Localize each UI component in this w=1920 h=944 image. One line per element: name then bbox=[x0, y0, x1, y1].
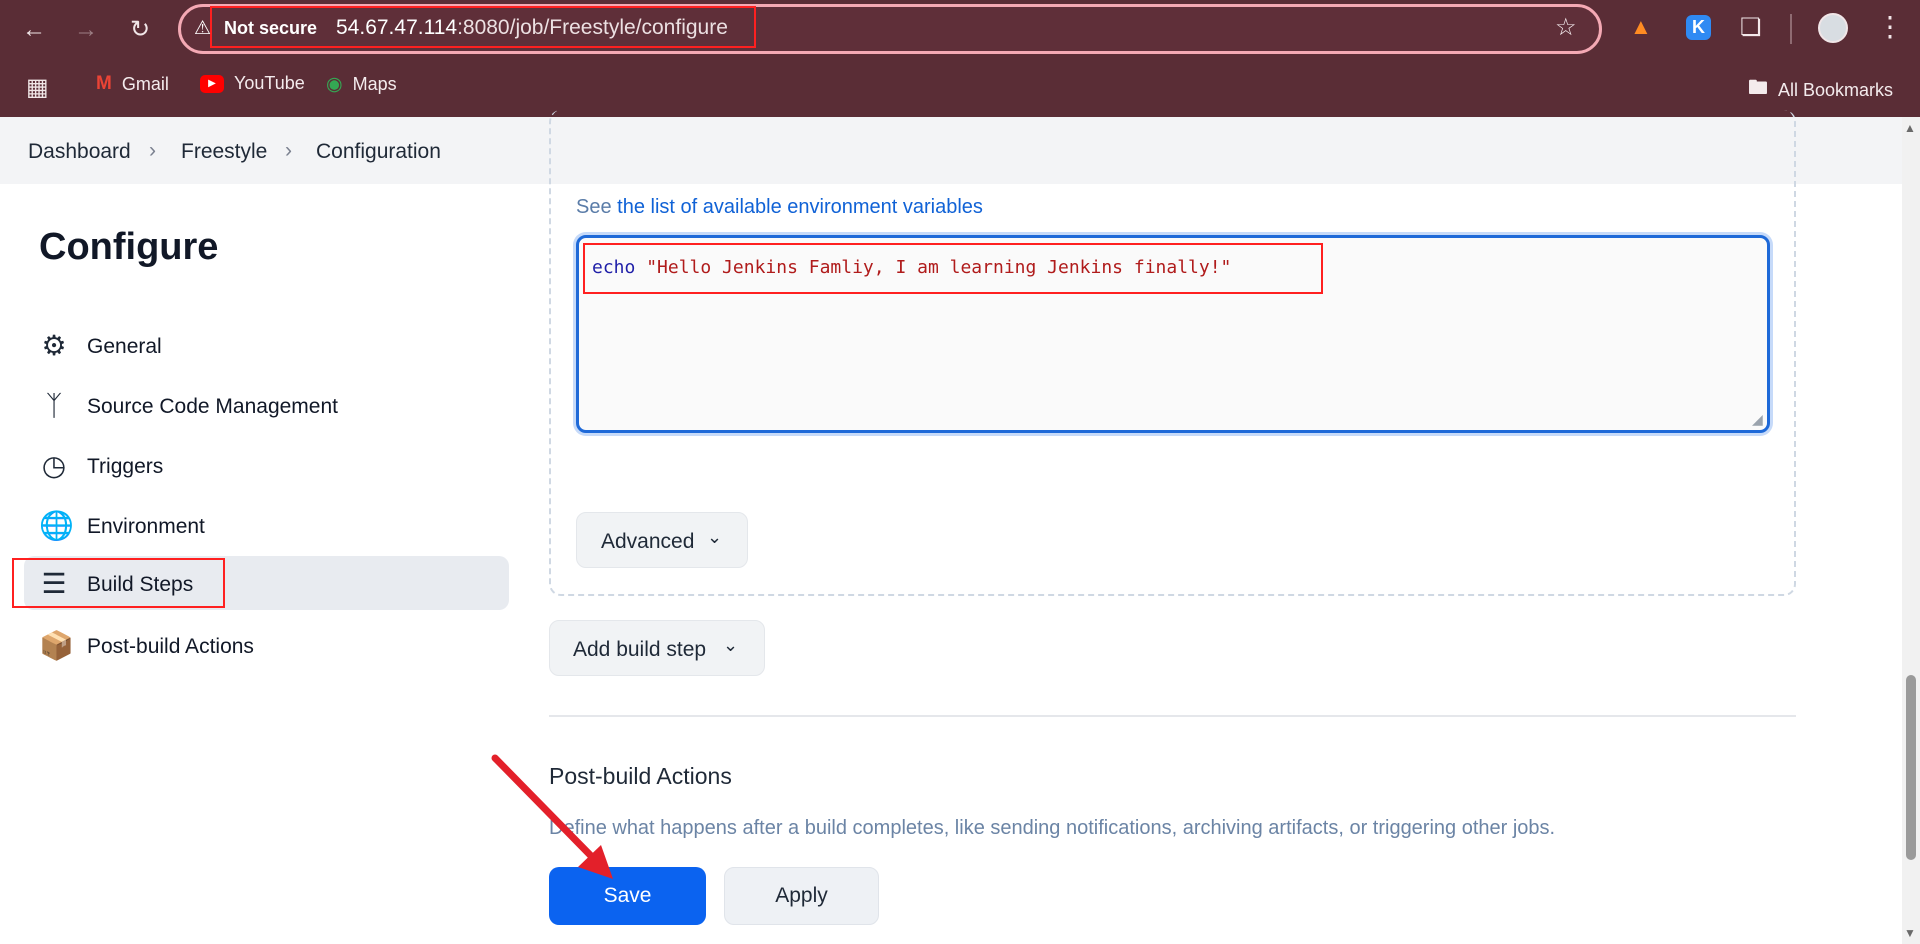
sidebar-item-post-build-actions[interactable]: 📦 Post-build Actions bbox=[24, 618, 509, 672]
breadcrumb-configuration[interactable]: Configuration bbox=[316, 140, 441, 164]
globe-icon: 🌐 bbox=[39, 510, 74, 541]
breadcrumb-freestyle[interactable]: Freestyle bbox=[181, 140, 267, 164]
sidebar-item-label: Environment bbox=[87, 515, 205, 538]
clock-icon: ◷ bbox=[41, 450, 67, 481]
url-text[interactable]: 54.67.47.114:8080/job/Freestyle/configur… bbox=[336, 16, 728, 40]
sidebar-item-general[interactable]: ⚙ General bbox=[24, 318, 509, 372]
reload-icon[interactable]: ↻ bbox=[122, 12, 158, 48]
youtube-icon: ▶ bbox=[200, 74, 224, 93]
code-string: "Hello Jenkins Famliy, I am learning Jen… bbox=[635, 257, 1232, 278]
sidebar-item-triggers[interactable]: ◷ Triggers bbox=[24, 438, 509, 492]
gear-icon: ⚙ bbox=[41, 330, 67, 361]
toolbar-divider bbox=[1790, 14, 1792, 44]
bookmark-label: Gmail bbox=[121, 73, 169, 94]
sidebar-item-label: Post-build Actions bbox=[87, 635, 254, 658]
chevron-down-icon: ⌄ bbox=[707, 527, 723, 547]
annotation-arrow bbox=[491, 754, 613, 879]
chevron-right-icon: › bbox=[285, 139, 292, 162]
k-extension-icon[interactable]: K bbox=[1686, 15, 1711, 40]
gmail-icon: M bbox=[96, 73, 112, 94]
section-divider bbox=[549, 715, 1796, 717]
folder-icon: 🖿 bbox=[1748, 77, 1768, 99]
bookmark-maps[interactable]: ◉ Maps bbox=[326, 73, 397, 96]
env-hint-prefix: See bbox=[576, 196, 618, 218]
security-label[interactable]: Not secure bbox=[224, 18, 317, 39]
sidebar-item-label: Triggers bbox=[87, 455, 164, 478]
profile-avatar[interactable] bbox=[1818, 13, 1848, 43]
advanced-button[interactable]: Advanced ⌄ bbox=[576, 512, 748, 568]
metamask-extension-icon[interactable]: ▲ bbox=[1630, 14, 1660, 42]
page-title: Configure bbox=[39, 226, 219, 268]
breadcrumb-dashboard[interactable]: Dashboard bbox=[28, 140, 131, 164]
scrollbar-thumb[interactable] bbox=[1906, 675, 1916, 860]
scroll-up-icon[interactable]: ▲ bbox=[1904, 121, 1916, 135]
back-icon[interactable]: ← bbox=[16, 12, 52, 48]
forward-icon[interactable]: → bbox=[68, 12, 104, 48]
code-keyword: echo bbox=[592, 257, 636, 278]
add-build-step-button[interactable]: Add build step ⌄ bbox=[549, 620, 765, 676]
add-build-step-label: Add build step bbox=[573, 638, 707, 661]
sidebar-item-source-code-management[interactable]: ᛉ Source Code Management bbox=[24, 378, 509, 432]
extensions-puzzle-icon[interactable]: ❏ bbox=[1740, 13, 1762, 42]
advanced-label: Advanced bbox=[601, 530, 695, 553]
warning-icon[interactable]: ⚠ bbox=[194, 17, 211, 40]
sidebar-item-environment[interactable]: 🌐 Environment bbox=[24, 498, 509, 552]
bookmark-youtube[interactable]: ▶ YouTube bbox=[200, 73, 305, 94]
package-icon: 📦 bbox=[39, 630, 74, 661]
apply-button[interactable]: Apply bbox=[724, 867, 879, 925]
bookmark-label: YouTube bbox=[234, 73, 305, 93]
resize-handle-icon[interactable]: ◢ bbox=[1752, 411, 1763, 428]
browser-menu-icon[interactable]: ⋮ bbox=[1876, 13, 1904, 41]
all-bookmarks-label: All Bookmarks bbox=[1778, 79, 1894, 100]
command-code[interactable]: echo "Hello Jenkins Famliy, I am learnin… bbox=[592, 257, 1231, 278]
chevron-right-icon: › bbox=[149, 139, 156, 162]
chevron-down-icon: ⌄ bbox=[723, 635, 739, 655]
branch-icon: ᛉ bbox=[45, 390, 63, 421]
sidebar-item-label: General bbox=[87, 335, 162, 358]
build-steps-annotation-box bbox=[12, 558, 225, 608]
post-build-description: Define what happens after a build comple… bbox=[549, 817, 1556, 839]
env-variables-link[interactable]: the list of available environment variab… bbox=[617, 196, 983, 218]
scroll-down-icon[interactable]: ▼ bbox=[1904, 926, 1916, 940]
bookmark-gmail[interactable]: M Gmail bbox=[96, 73, 169, 95]
apps-grid-icon[interactable]: ▦ bbox=[26, 73, 49, 102]
env-variables-hint: See the list of available environment va… bbox=[576, 196, 983, 219]
bookmark-label: Maps bbox=[352, 74, 397, 94]
all-bookmarks[interactable]: 🖿 All Bookmarks bbox=[1748, 73, 1893, 107]
sidebar-item-label: Source Code Management bbox=[87, 395, 338, 418]
maps-icon: ◉ bbox=[326, 74, 343, 95]
bookmark-star-icon[interactable]: ☆ bbox=[1555, 13, 1577, 42]
